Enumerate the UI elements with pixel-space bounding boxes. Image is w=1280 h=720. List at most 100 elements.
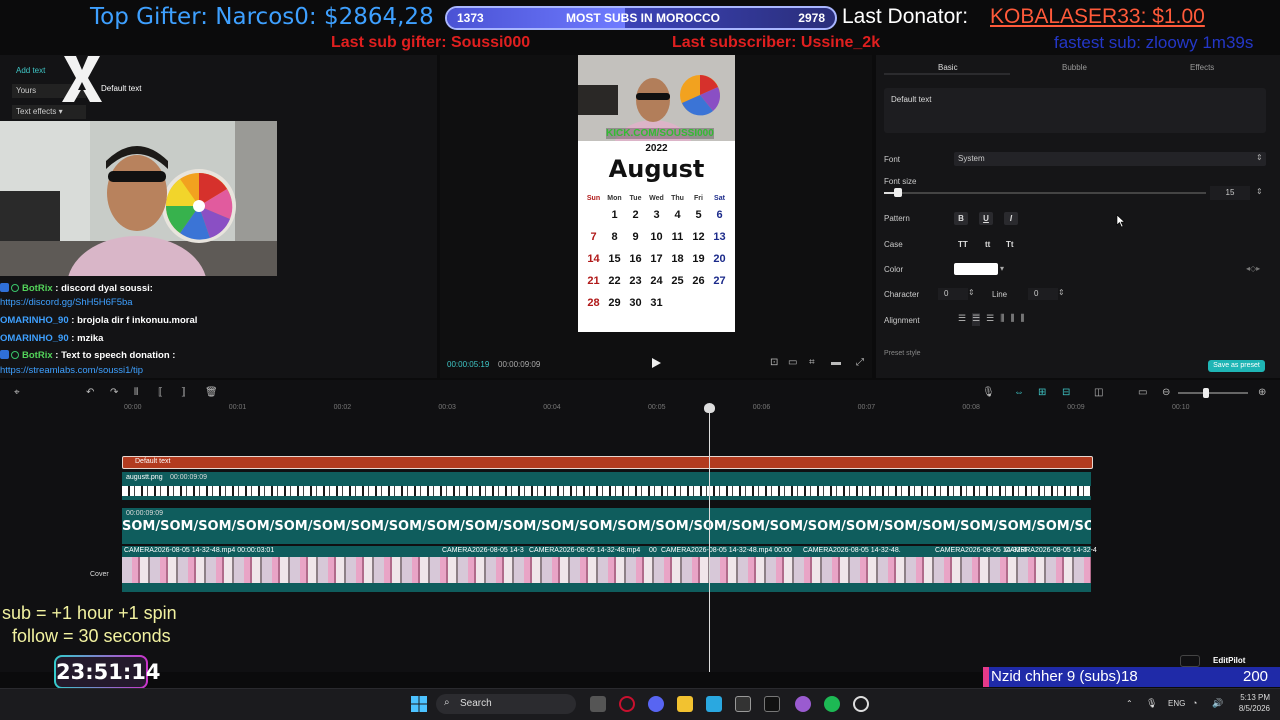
chat-username[interactable]: BotRix bbox=[22, 283, 53, 294]
ratio-icon[interactable]: ▭ bbox=[788, 357, 797, 368]
video-thumbnails bbox=[122, 557, 1091, 583]
split-right-icon[interactable]: ⟧ bbox=[181, 387, 186, 398]
fullscreen-preview-icon[interactable]: ⊡ bbox=[770, 357, 778, 368]
discord-icon[interactable] bbox=[648, 696, 664, 712]
align-top-icon[interactable]: ⫼ bbox=[1000, 313, 1004, 326]
caption-icon[interactable]: ▭ bbox=[1138, 387, 1147, 398]
tab-basic[interactable]: Basic bbox=[938, 63, 958, 72]
uppercase-button[interactable]: TT bbox=[958, 240, 968, 249]
magnet-icon[interactable]: ⊞ bbox=[1038, 387, 1046, 398]
bold-button[interactable]: B bbox=[954, 212, 968, 225]
video-clip-label: CAMERA2026-08-05 14-32-4 bbox=[1005, 547, 1097, 554]
keyframe-icon[interactable]: ◂◇▸ bbox=[1246, 264, 1260, 273]
chat-username[interactable]: OMARINHO_90 bbox=[0, 315, 69, 326]
file-explorer-icon[interactable] bbox=[677, 696, 693, 712]
chat-link[interactable]: https://discord.gg/ShH5H6F5ba bbox=[0, 297, 133, 308]
align-middle-icon[interactable]: ⫼ bbox=[1010, 313, 1014, 326]
calendar-day: 18 bbox=[671, 253, 684, 265]
cover-button[interactable]: Cover bbox=[90, 571, 109, 578]
chain-icon[interactable]: ⊟ bbox=[1062, 387, 1070, 398]
spotify-icon[interactable] bbox=[824, 696, 840, 712]
ms-store-icon[interactable] bbox=[706, 696, 722, 712]
tray-overflow-icon[interactable]: ⌃ bbox=[1126, 699, 1133, 708]
text-clip[interactable] bbox=[122, 456, 1093, 469]
microphone-tray-icon[interactable]: 🎙 bbox=[1146, 698, 1157, 709]
align-right-icon[interactable]: ☰ bbox=[986, 313, 994, 326]
app-icon[interactable] bbox=[795, 696, 811, 712]
language-indicator[interactable]: ENG bbox=[1168, 699, 1185, 708]
calendar-day: 3 bbox=[653, 209, 660, 221]
calendar-day: 11 bbox=[671, 231, 684, 243]
delete-icon[interactable]: 🗑 bbox=[205, 387, 218, 398]
text-effects-button[interactable]: Text effects ▾ bbox=[12, 105, 86, 119]
preset-style-label: Preset style bbox=[884, 350, 921, 357]
aspect-icon[interactable]: ▬ bbox=[831, 357, 841, 368]
character-spacing-input[interactable]: 0 bbox=[938, 288, 968, 300]
stepper-icon[interactable]: ⇕ bbox=[1058, 288, 1065, 297]
font-select[interactable]: System bbox=[954, 152, 1266, 166]
playhead-handle[interactable] bbox=[704, 403, 715, 413]
tab-effects[interactable]: Effects bbox=[1190, 63, 1214, 72]
add-text-button[interactable]: Add text bbox=[16, 66, 45, 75]
last-donator-label: Last Donator: bbox=[842, 5, 969, 28]
titlecase-button[interactable]: Tt bbox=[1006, 240, 1014, 249]
calendar-day: 1 bbox=[611, 209, 618, 221]
font-size-slider-handle[interactable] bbox=[894, 188, 902, 197]
settings-icon[interactable] bbox=[853, 696, 869, 712]
link-icon[interactable]: ⇔ bbox=[1014, 387, 1024, 398]
stepper-icon[interactable]: ⇕ bbox=[968, 288, 975, 297]
calendar-day: 23 bbox=[629, 275, 642, 287]
obs-icon[interactable] bbox=[764, 696, 780, 712]
line-spacing-input[interactable]: 0 bbox=[1028, 288, 1058, 300]
clock-date[interactable]: 8/5/2026 bbox=[1230, 704, 1270, 713]
editpilot-button[interactable]: EditPilot bbox=[1213, 656, 1245, 665]
play-icon[interactable] bbox=[650, 357, 662, 369]
task-view-icon[interactable] bbox=[590, 696, 606, 712]
split-left-icon[interactable]: ⟦ bbox=[158, 387, 163, 398]
font-size-slider[interactable] bbox=[884, 192, 1206, 194]
lowercase-button[interactable]: tt bbox=[985, 240, 990, 249]
align-bottom-icon[interactable]: ⫼ bbox=[1021, 313, 1025, 326]
preview-axis-icon[interactable]: ◫ bbox=[1094, 387, 1103, 398]
opera-icon[interactable] bbox=[619, 696, 635, 712]
crop-icon[interactable]: ⌗ bbox=[809, 357, 815, 368]
expand-icon[interactable]: ⤢ bbox=[856, 357, 864, 368]
align-center-icon[interactable]: ☰ bbox=[972, 313, 981, 326]
volume-icon[interactable]: 🔊 bbox=[1212, 698, 1223, 709]
zoom-in-icon[interactable]: ⊕ bbox=[1258, 387, 1266, 398]
wifi-icon[interactable]: ◔ bbox=[1192, 698, 1197, 708]
undo-icon[interactable]: ↶ bbox=[86, 387, 94, 398]
calendar-weekday: Thu bbox=[671, 195, 684, 202]
tab-bubble[interactable]: Bubble bbox=[1062, 63, 1087, 72]
timeline-tick-label: 00:00 bbox=[124, 404, 142, 411]
calendar-week-row: 7 8 9 10 11 12 13 bbox=[583, 226, 731, 248]
color-picker[interactable] bbox=[954, 263, 998, 275]
zoom-out-icon[interactable]: ⊖ bbox=[1162, 387, 1170, 398]
zoom-slider-handle[interactable] bbox=[1203, 388, 1209, 398]
stepper-icon[interactable]: ⇕ bbox=[1256, 187, 1263, 196]
cursor-tool-icon[interactable]: ⌖ bbox=[14, 387, 20, 398]
save-preset-button[interactable]: Save as preset bbox=[1208, 360, 1265, 372]
underline-button[interactable]: U bbox=[979, 212, 993, 225]
feedback-icon[interactable] bbox=[1180, 655, 1200, 667]
chat-link[interactable]: https://streamlabs.com/soussi1/tip bbox=[0, 365, 143, 376]
microphone-icon[interactable]: 🎙 bbox=[982, 387, 995, 398]
timeline-ruler[interactable] bbox=[122, 402, 1280, 414]
windows-start-icon[interactable] bbox=[411, 696, 427, 712]
align-left-icon[interactable]: ☰ bbox=[958, 313, 966, 326]
zoom-slider[interactable] bbox=[1178, 392, 1248, 394]
italic-button[interactable]: I bbox=[1004, 212, 1018, 225]
chat-username[interactable]: OMARINHO_90 bbox=[0, 333, 69, 344]
default-text-preset[interactable]: Default text bbox=[101, 84, 141, 93]
playhead[interactable] bbox=[709, 404, 710, 672]
split-icon[interactable]: ⫴ bbox=[134, 387, 138, 398]
redo-icon[interactable]: ↷ bbox=[110, 387, 118, 398]
chat-username[interactable]: BotRix bbox=[22, 350, 53, 361]
taskbar-search[interactable] bbox=[436, 694, 576, 714]
calendar-grid: Sun Mon Tue Wed Thu Fri Sat 1 2 3 4 5 6 7 8 9 10 11 12 13 14… bbox=[583, 194, 731, 314]
capcut-icon[interactable] bbox=[735, 696, 751, 712]
text-content-input[interactable] bbox=[884, 88, 1266, 133]
chevron-down-icon[interactable]: ▾ bbox=[1000, 264, 1004, 273]
clock-time[interactable]: 5:13 PM bbox=[1236, 693, 1270, 702]
font-size-input[interactable]: 15 bbox=[1210, 186, 1250, 200]
